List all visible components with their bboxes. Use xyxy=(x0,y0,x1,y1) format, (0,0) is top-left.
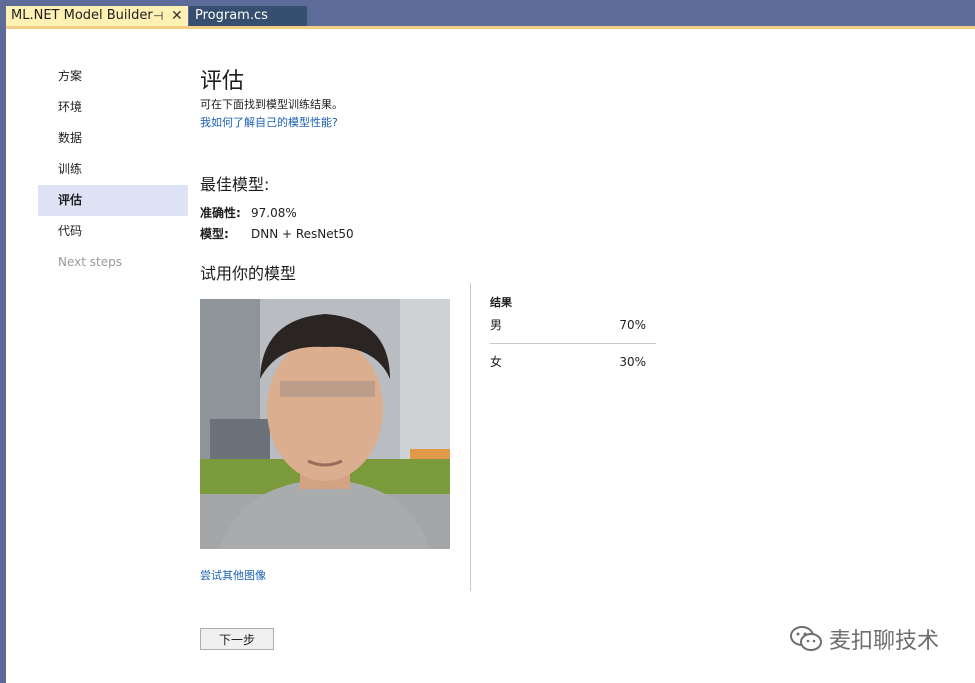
close-icon[interactable]: ✕ xyxy=(171,6,183,26)
watermark-text: 麦扣聊技术 xyxy=(829,629,940,654)
results-header: 结果 xyxy=(490,296,512,309)
result-row-female: 女 30% xyxy=(490,350,656,374)
test-image xyxy=(200,299,450,549)
result-score: 70% xyxy=(619,318,646,332)
results-panel: 结果 男 70% 女 30% xyxy=(490,293,656,374)
result-label: 女 xyxy=(490,355,503,369)
nav-item-code[interactable]: 代码 xyxy=(38,216,188,247)
wechat-icon xyxy=(790,626,822,651)
step-navigation: 方案 环境 数据 训练 评估 代码 Next steps xyxy=(38,61,188,278)
accuracy-label: 准确性: xyxy=(200,206,241,220)
tab-model-builder-label: ML.NET Model Builder xyxy=(11,8,153,23)
tab-program-cs[interactable]: Program.cs xyxy=(189,6,307,26)
watermark: 麦扣聊技术 xyxy=(789,623,939,655)
results-separator xyxy=(490,343,656,344)
model-builder-panel: 方案 环境 数据 训练 评估 代码 Next steps 评估 可在下面找到模型… xyxy=(6,29,975,683)
nav-item-scenario[interactable]: 方案 xyxy=(38,61,188,92)
page-title: 评估 xyxy=(200,69,245,94)
document-tab-strip: ML.NET Model Builder ⊣ ✕ Program.cs xyxy=(0,0,975,28)
nav-item-evaluate[interactable]: 评估 xyxy=(38,185,188,216)
pin-icon[interactable]: ⊣ xyxy=(153,6,163,26)
nav-item-environment[interactable]: 环境 xyxy=(38,92,188,123)
model-value: DNN + ResNet50 xyxy=(251,227,354,241)
model-label: 模型: xyxy=(200,227,229,241)
model-row: 模型: DNN + ResNet50 xyxy=(200,225,354,242)
next-step-button[interactable]: 下一步 xyxy=(200,628,274,650)
results-divider xyxy=(470,283,471,591)
accuracy-row: 准确性: 97.08% xyxy=(200,204,297,221)
try-another-image-link[interactable]: 尝试其他图像 xyxy=(200,567,266,583)
nav-item-next-steps: Next steps xyxy=(58,255,122,269)
result-label: 男 xyxy=(490,318,503,332)
result-score: 30% xyxy=(619,355,646,369)
model-performance-help-link[interactable]: 我如何了解自己的模型性能? xyxy=(200,114,338,130)
page-description: 可在下面找到模型训练结果。 xyxy=(200,98,343,111)
try-model-heading: 试用你的模型 xyxy=(200,264,297,283)
accuracy-value: 97.08% xyxy=(251,206,297,220)
tab-model-builder[interactable]: ML.NET Model Builder ⊣ ✕ xyxy=(6,6,188,26)
tab-program-cs-label: Program.cs xyxy=(195,8,268,23)
nav-item-train[interactable]: 训练 xyxy=(38,154,188,185)
best-model-heading: 最佳模型: xyxy=(200,175,270,194)
result-row-male: 男 70% xyxy=(490,313,656,337)
test-image-photo xyxy=(200,299,450,549)
nav-item-data[interactable]: 数据 xyxy=(38,123,188,154)
